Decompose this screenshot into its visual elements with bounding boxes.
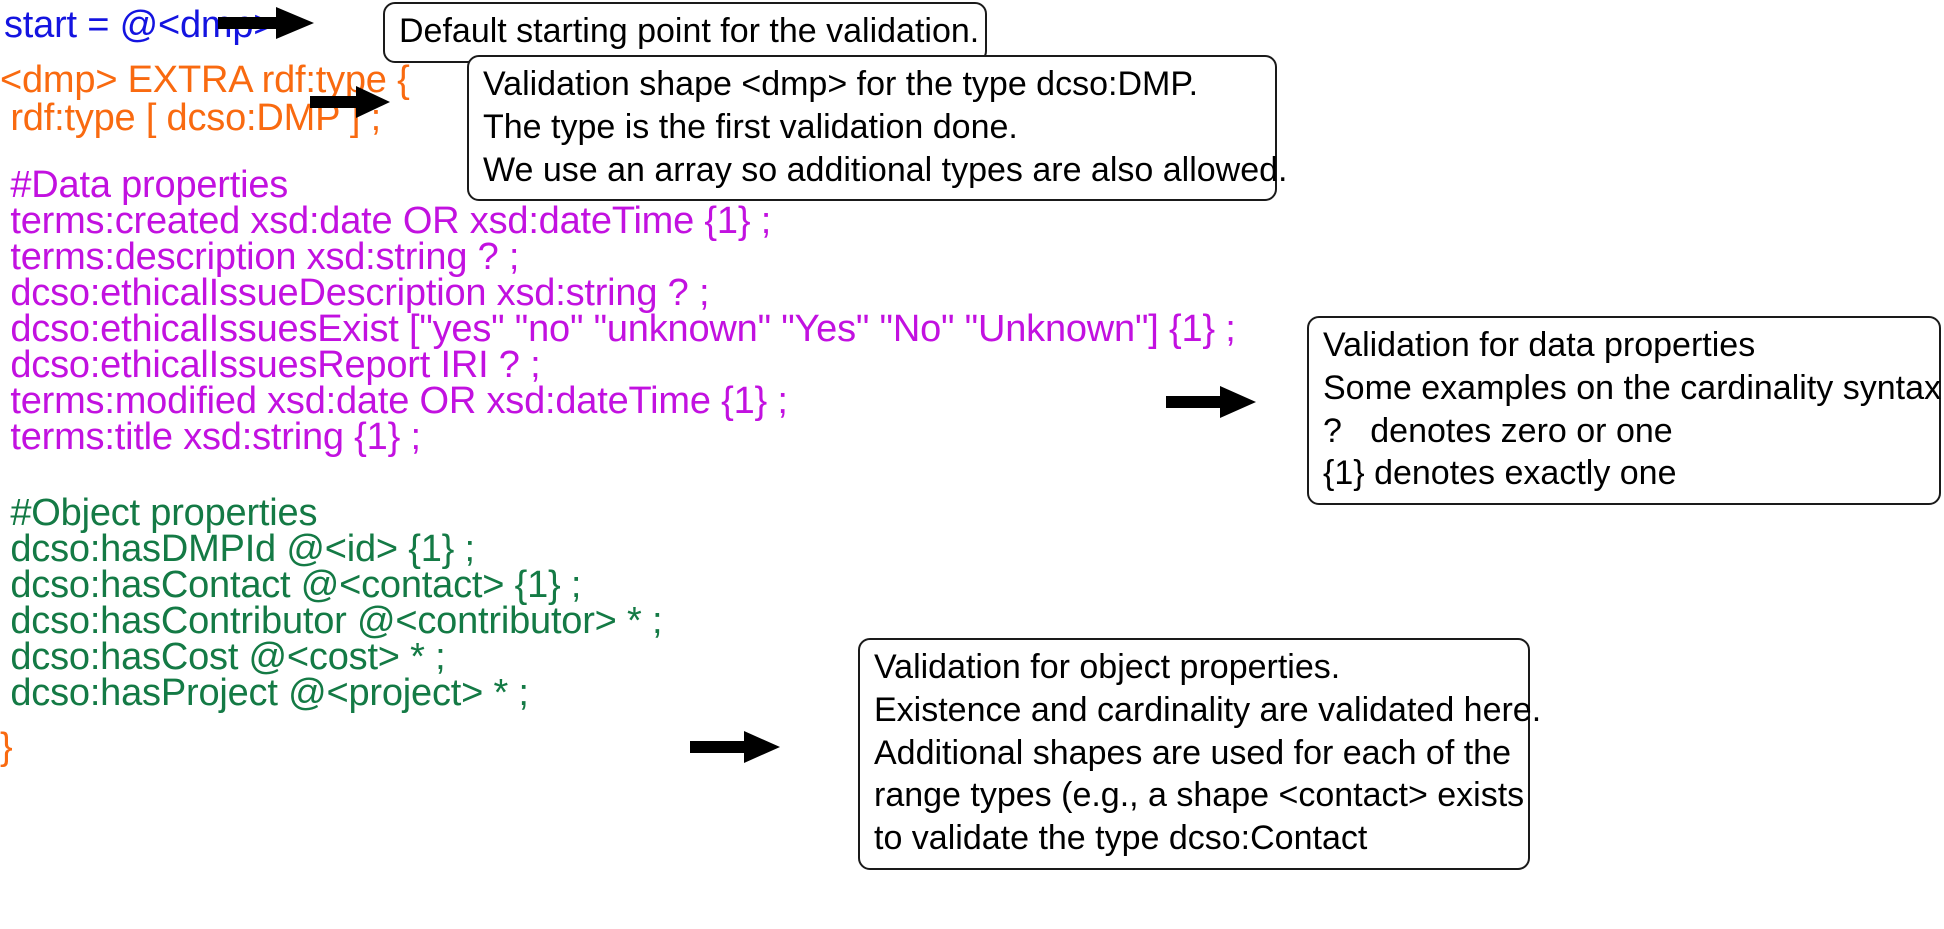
code-line-terms-modified: terms:modified xsd:date OR xsd:dateTime … bbox=[0, 380, 788, 422]
code-line-ethical-issues-report: dcso:ethicalIssuesReport IRI ? ; bbox=[0, 344, 541, 386]
code-line-has-cost: dcso:hasCost @<cost> * ; bbox=[0, 636, 446, 678]
callout-shape-line-1: Validation shape <dmp> for the type dcso… bbox=[483, 65, 1199, 103]
callout-object-properties: Validation for object properties. Existe… bbox=[858, 638, 1542, 871]
figure-canvas: start = @<dmp> <dmp> EXTRA rdf:type { rd… bbox=[0, 0, 1944, 929]
callout-shape: Validation shape <dmp> for the type dcso… bbox=[467, 55, 1288, 202]
code-comment-object-properties: #Object properties bbox=[0, 492, 318, 534]
code-line-has-dmpid: dcso:hasDMPId @<id> {1} ; bbox=[0, 528, 475, 570]
callout-data-properties-line-2: Some examples on the cardinality syntax: bbox=[1323, 368, 1944, 407]
callout-data-properties-line-3: ? denotes zero or one bbox=[1323, 411, 1673, 450]
callout-object-properties-line-5: to validate the type dcso:Contact bbox=[874, 819, 1368, 858]
code-line-closing-brace: } bbox=[0, 726, 13, 768]
arrow-to-data-properties-callout bbox=[1166, 385, 1256, 419]
code-comment-data-properties: #Data properties bbox=[0, 164, 289, 206]
arrow-to-start-callout bbox=[218, 6, 314, 40]
callout-object-properties-line-4: range types (e.g., a shape <contact> exi… bbox=[874, 776, 1525, 815]
code-line-has-project: dcso:hasProject @<project> * ; bbox=[0, 672, 529, 714]
callout-shape-line-3: We use an array so additional types are … bbox=[483, 150, 1288, 189]
arrow-to-shape-callout bbox=[310, 85, 390, 119]
code-line-ethical-issues-exist: dcso:ethicalIssuesExist ["yes" "no" "unk… bbox=[0, 308, 1236, 350]
code-line-has-contributor: dcso:hasContributor @<contributor> * ; bbox=[0, 600, 663, 642]
callout-object-properties-line-2: Existence and cardinality are validated … bbox=[874, 690, 1542, 729]
code-line-has-contact: dcso:hasContact @<contact> {1} ; bbox=[0, 564, 582, 606]
callout-object-properties-line-1: Validation for object properties. bbox=[874, 648, 1341, 686]
callout-data-properties-line-1: Validation for data properties bbox=[1323, 326, 1756, 364]
code-line-terms-title: terms:title xsd:string {1} ; bbox=[0, 416, 421, 458]
callout-start-line-1: Default starting point for the validatio… bbox=[399, 12, 980, 50]
callout-shape-line-2: The type is the first validation done. bbox=[483, 107, 1018, 146]
callout-object-properties-line-3: Additional shapes are used for each of t… bbox=[874, 733, 1511, 772]
arrow-to-object-properties-callout bbox=[690, 730, 780, 764]
callout-data-properties-line-4: {1} denotes exactly one bbox=[1323, 454, 1677, 493]
code-line-terms-description: terms:description xsd:string ? ; bbox=[0, 236, 520, 278]
code-line-ethical-issue-description: dcso:ethicalIssueDescription xsd:string … bbox=[0, 272, 710, 314]
code-line-terms-created: terms:created xsd:date OR xsd:dateTime {… bbox=[0, 200, 772, 242]
callout-start: Default starting point for the validatio… bbox=[383, 2, 987, 63]
callout-data-properties: Validation for data properties Some exam… bbox=[1307, 316, 1944, 506]
